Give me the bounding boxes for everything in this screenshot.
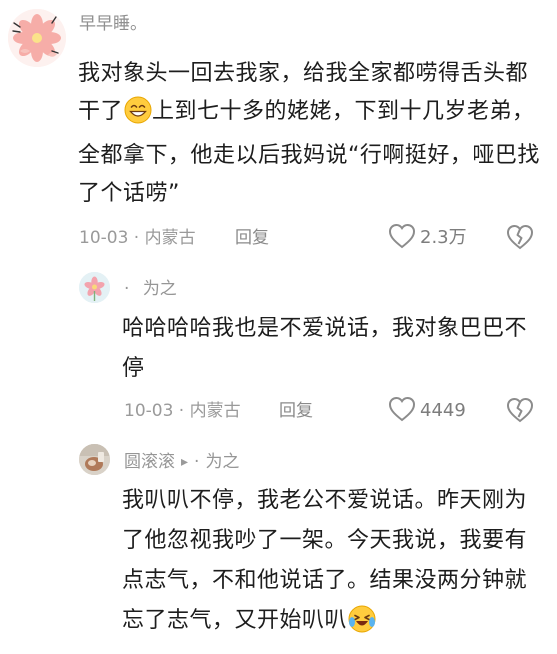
avatar[interactable] [8,9,66,67]
grinning-face-emoji [124,96,152,137]
reply-avatar[interactable] [79,272,110,303]
like-count: 2.3万 [420,227,467,248]
reply-avatar[interactable] [79,444,110,475]
username[interactable]: 早早睡。 [79,13,147,35]
heart-icon [388,223,416,253]
reply-username[interactable]: · 为之 [124,278,177,300]
reply-to-username[interactable]: 为之 [205,451,239,473]
reply-username-text: 圆滚滚 [124,452,175,472]
reply-text-content: 我叭叭不停，我老公不爱说话。昨天刚为了他忽视我吵了一架。今天我说，我要有点志气，… [122,488,528,633]
broken-heart-icon [506,224,534,254]
reply-like-button[interactable]: 4449 [388,396,466,426]
reply-like-count: 4449 [420,400,466,421]
reply-date-location: 10-03 · 内蒙古 [124,401,241,421]
reply-avatar-image [79,444,110,475]
broken-heart-icon [506,397,534,427]
reply-text: 我叭叭不停，我老公不爱说话。昨天刚为了他忽视我吵了一架。今天我说，我要有点志气，… [122,481,542,647]
reply-arrow-icon: ▸ [181,454,189,470]
like-button[interactable]: 2.3万 [388,223,467,253]
reply-reply-button[interactable]: 回复 [279,400,313,422]
avatar-image [8,9,66,67]
reply-username-text: 为之 [142,279,177,299]
reply-text: 哈哈哈哈我也是不爱说话，我对象巴巴不停 [122,316,528,381]
reply-avatar-image [79,272,110,303]
reply-username[interactable]: 圆滚滚 ▸ · 为之 [124,451,239,473]
reply-button[interactable]: 回复 [235,227,269,249]
date-location: 10-03 · 内蒙古 [79,228,196,248]
reply-dislike-button[interactable] [506,397,534,427]
separator-dot: · [124,279,130,299]
dislike-button[interactable] [506,224,534,254]
comment-text: 我对象头一回去我家，给我全家都唠得舌头都干了 上到七十多的姥姥，下到十几岁老弟，全… [78,55,546,213]
separator-dot: · [194,452,200,472]
crying-laughing-emoji [348,605,376,647]
heart-icon [388,396,416,426]
